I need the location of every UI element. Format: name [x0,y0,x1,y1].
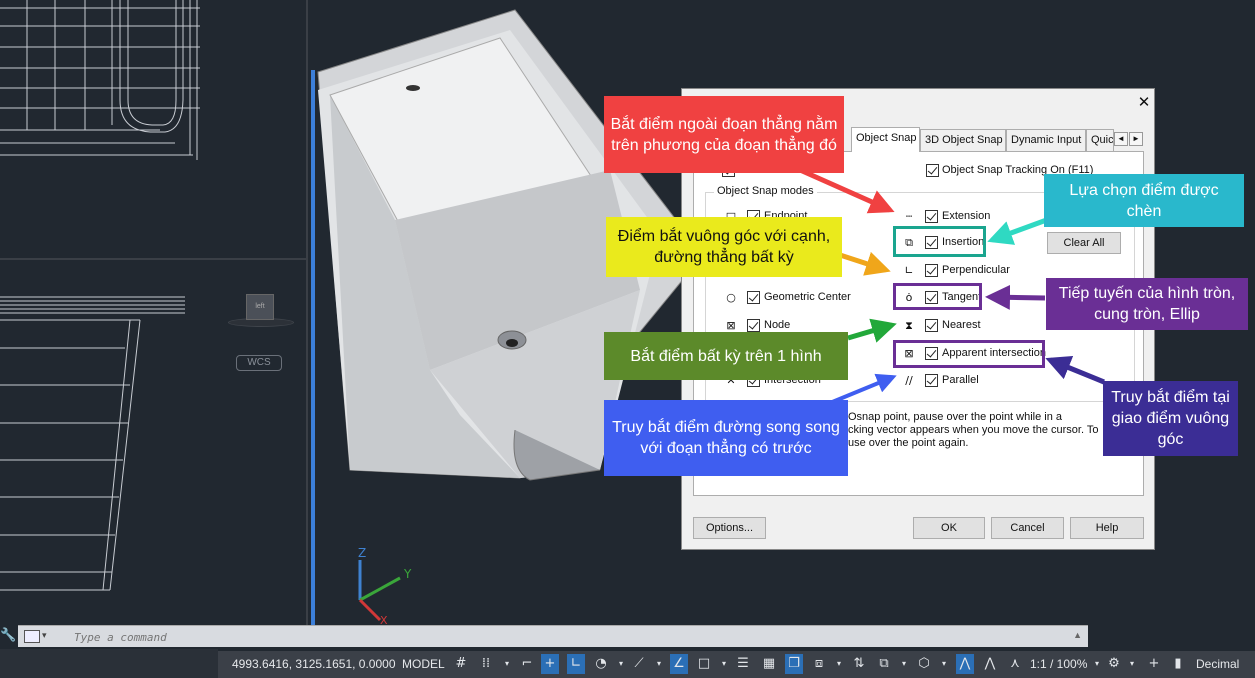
dynamic-input-icon[interactable]: + [541,654,559,674]
polar-tracking-icon[interactable]: ◔ [592,654,610,674]
callout-insertion: Lựa chọn điểm được chèn [1044,174,1244,227]
tab-scroll-left-icon[interactable]: ◄ [1114,132,1128,146]
3d-osnap-dropdown-icon[interactable]: ▾ [830,654,848,674]
axis-x-label: X [380,614,388,625]
help-button[interactable]: Help [1070,517,1144,539]
dynamic-ucs-icon[interactable]: ⇅ [850,654,868,674]
status-bar-tray: 4993.6416, 3125.1651, 0.0000 MODEL # ⁞⁞ … [218,651,1255,678]
wcs-menu[interactable]: WCS [236,355,282,371]
gizmo-icon[interactable]: ⬡ [915,654,933,674]
insertion-highlight-box [893,226,986,257]
close-icon[interactable]: ✕ [1136,95,1152,111]
ok-button[interactable]: OK [913,517,985,539]
selection-cycling-icon[interactable]: ❐ [785,654,803,674]
status-bar: 4993.6416, 3125.1651, 0.0000 MODEL # ⁞⁞ … [0,649,1255,678]
tab-dynamic-input[interactable]: Dynamic Input [1006,129,1086,151]
ucs-icon [358,560,401,622]
tab-quick-properties[interactable]: Quic [1086,129,1114,151]
callout-nearest: Bắt điểm bất kỳ trên 1 hình [604,332,848,380]
axis-y-label: Y [403,567,412,581]
isodraft-dropdown-icon[interactable]: ▾ [650,654,668,674]
model-space-button[interactable]: MODEL [402,657,445,671]
tab-3d-object-snap[interactable]: 3D Object Snap [920,129,1006,151]
apparent-intersection-highlight-box [893,340,1045,368]
scale-dropdown-icon[interactable]: ▾ [1088,654,1106,674]
viewport-divider-horizontal[interactable] [0,258,307,260]
help-text-line-2: cking vector appears when you move the c… [848,424,1099,436]
object-snap-dropdown-icon[interactable]: ▾ [715,654,733,674]
cancel-button[interactable]: Cancel [991,517,1064,539]
lineweight-icon[interactable]: ☰ [734,654,752,674]
units-value[interactable]: Decimal [1196,657,1239,671]
viewcube[interactable]: left [246,294,274,320]
filter-dropdown-icon[interactable]: ▾ [895,654,913,674]
isodraft-icon[interactable]: ⟋ [630,654,648,674]
tab-object-snap[interactable]: Object Snap [851,127,920,152]
command-line: ▾ ▲ [18,625,1088,647]
callout-tangent: Tiếp tuyến của hình tròn, cung tròn, Ell… [1046,278,1248,330]
plus-icon[interactable]: + [1145,654,1163,674]
callout-perpendicular: Điểm bắt vuông góc với cạnh, đường thẳng… [606,217,842,277]
wrench-icon[interactable]: 🔧 [0,627,16,645]
gizmo-dropdown-icon[interactable]: ▾ [935,654,953,674]
3d-object-snap-icon[interactable]: ⧈ [810,654,828,674]
callout-parallel: Truy bắt điểm đường song song với đoạn t… [604,400,848,476]
options-button[interactable]: Options... [693,517,766,539]
top-left-view-linework [0,0,200,160]
snap-mode-icon[interactable]: ⁞⁞ [477,654,495,674]
object-snap-icon[interactable]: □ [695,654,713,674]
polar-dropdown-icon[interactable]: ▾ [612,654,630,674]
object-snap-tracking-icon[interactable]: ∠ [670,654,688,674]
coordinates-readout[interactable]: 4993.6416, 3125.1651, 0.0000 [232,657,396,671]
command-history-icon[interactable] [24,630,40,643]
layout-tabs-area [0,649,218,678]
bottom-left-view-linework [0,296,185,591]
active-viewport-border [311,70,315,625]
annotation-visibility-icon[interactable]: ⋀ [956,654,974,674]
selection-filter-icon[interactable]: ⧉ [875,654,893,674]
snap-dropdown-icon[interactable]: ▾ [498,654,516,674]
gear-icon[interactable]: ⚙ [1105,654,1123,674]
callout-extension: Bắt điểm ngoài đoạn thẳng nằm trên phươn… [604,96,844,173]
help-text-line-3: use over the point again. [848,437,969,449]
infer-constraints-icon[interactable]: ⌐ [518,654,536,674]
ortho-mode-icon[interactable]: ∟ [567,654,585,674]
axis-z-label: Z [358,546,366,560]
annotation-scale-icon[interactable]: ⋏ [1006,654,1024,674]
help-text-line-1: Osnap point, pause over the point while … [848,411,1063,423]
transparency-icon[interactable]: ▦ [760,654,778,674]
tangent-highlight-box [893,283,982,310]
object-snap-tracking-checkbox[interactable] [926,164,939,177]
units-icon[interactable]: ▮ [1169,654,1187,674]
workspace-dropdown-icon[interactable]: ▾ [1123,654,1141,674]
chevron-down-icon[interactable]: ▾ [42,630,47,641]
chevron-up-icon[interactable]: ▲ [1073,630,1082,640]
viewport-divider-vertical[interactable] [306,0,308,625]
grid-icon[interactable]: # [452,654,470,674]
object-snap-modes-legend: Object Snap modes [714,185,817,197]
tab-scroll-right-icon[interactable]: ► [1129,132,1143,146]
command-input[interactable] [74,629,1064,645]
annotation-scale-value[interactable]: 1:1 / 100% [1030,657,1087,671]
auto-scale-icon[interactable]: ⋀ [981,654,999,674]
callout-apparent-intersection: Truy bắt điểm tại giao điểm vuông góc [1103,381,1238,456]
